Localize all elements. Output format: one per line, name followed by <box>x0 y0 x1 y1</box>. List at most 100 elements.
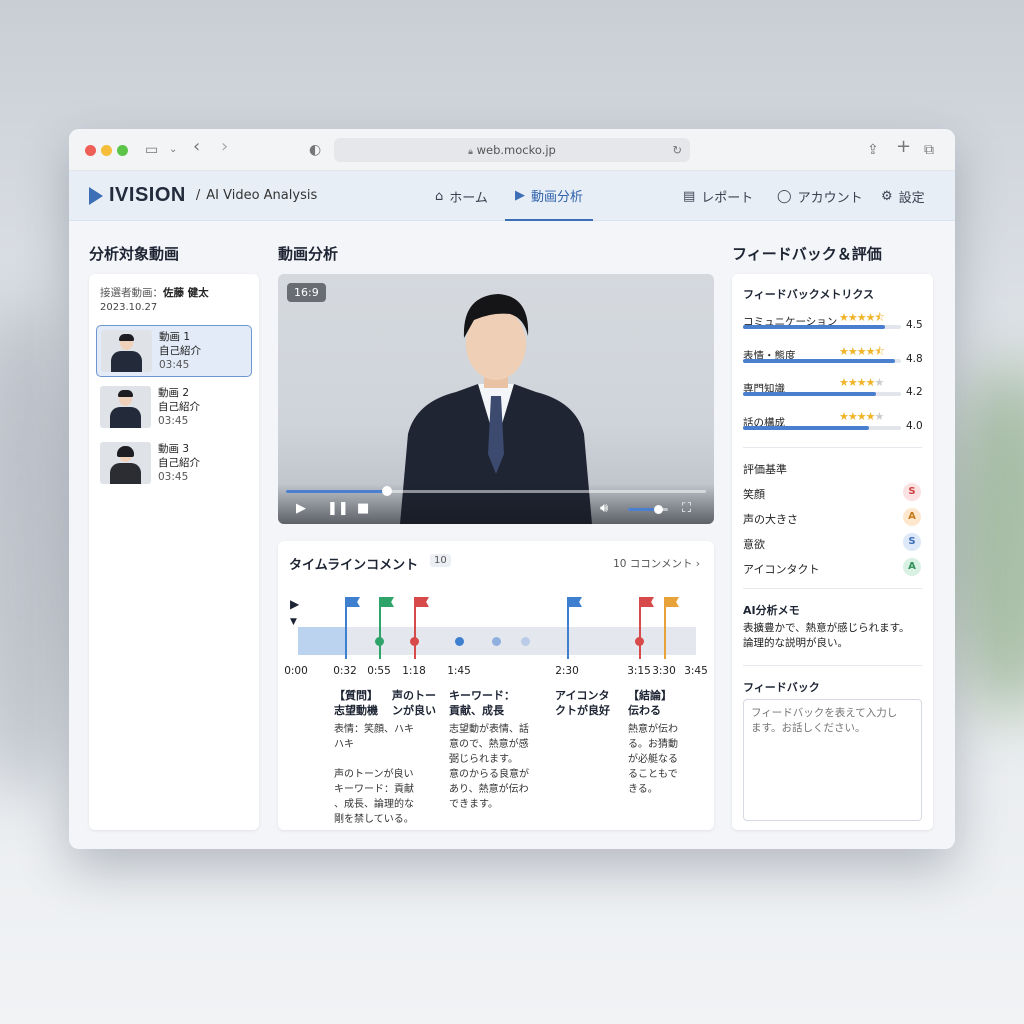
back-icon[interactable]: ‹ <box>193 137 200 157</box>
metric-bar-fill <box>743 325 886 329</box>
divider <box>743 665 922 666</box>
metric-value: 4.5 <box>906 319 923 331</box>
timeline-comment-3: キーワード： 貢献、成長 志望動が表情、話 意ので、熱意が感 弼じられます。 意の… <box>449 688 544 812</box>
video-name: 動画 2 <box>158 387 190 399</box>
metric-bar-fill <box>743 359 895 363</box>
chevron-down-icon[interactable]: ⌄ <box>169 140 177 160</box>
app-subtitle: AI Video Analysis <box>206 188 318 203</box>
timeline-playhead-icon: ▼ <box>290 617 297 627</box>
grade-badge: S <box>903 483 921 501</box>
star-rating-icon: ★★★★★ <box>839 410 884 423</box>
metric-expertise: 専門知識 ★★★★★ 4.2 <box>743 376 925 398</box>
comment-title: キーワード： 貢献、成長 <box>449 689 515 717</box>
timeline-event-dot[interactable] <box>375 637 384 646</box>
timeline-flag-icon[interactable] <box>639 597 641 659</box>
video-item-2[interactable]: 動画 2 自己紹介 03:45 <box>96 381 252 433</box>
metric-bar <box>743 392 901 396</box>
timeline-time-label: 0:32 <box>333 665 357 677</box>
timeline-event-dot[interactable] <box>635 637 644 646</box>
nav-report[interactable]: ▤ レポート <box>683 171 753 221</box>
logo-play-icon <box>89 186 103 205</box>
metric-bar-fill <box>743 392 876 396</box>
timeline-event-dot[interactable] <box>455 637 464 646</box>
flag-pennant <box>569 597 582 607</box>
progress-bar[interactable] <box>286 486 706 496</box>
reload-icon[interactable]: ↻ <box>672 138 682 162</box>
ai-memo-text: 表擴豊かで、熱意が感じられます。 論理的な説明が良い。 <box>743 622 910 649</box>
video-item-3[interactable]: 動画 3 自己紹介 03:45 <box>96 437 252 489</box>
nav-video-analysis[interactable]: ▶ 動画分析 <box>505 171 594 221</box>
play-square-icon: ▶ <box>515 187 525 203</box>
play-icon[interactable]: ▶ <box>296 502 306 516</box>
minimize-window-button[interactable] <box>101 145 112 156</box>
timeline-flag-icon[interactable] <box>664 597 666 659</box>
volume-knob[interactable] <box>654 505 663 514</box>
feedback-panel: フィードバックメトリクス コミュニケーション ★★★★⯪ 4.5 表情・態度 ★… <box>732 274 933 830</box>
volume-icon[interactable]: 🔊︎ <box>600 502 608 516</box>
browser-toolbar: ▭ ⌄ ‹ › ◐ 🔒︎ web.mocko.jp ↻ ⇪ + ⧉ <box>69 129 955 171</box>
address-bar[interactable]: 🔒︎ web.mocko.jp ↻ <box>334 138 690 162</box>
pause-icon[interactable]: ❚❚ <box>327 502 349 516</box>
timeline-event-dot[interactable] <box>410 637 419 646</box>
candidate-row: 接選者動画：佐藤 健太 <box>100 285 209 300</box>
timeline-time-label: 0:55 <box>367 665 391 677</box>
grade-badge: A <box>903 508 921 526</box>
logo-separator: / <box>195 188 201 203</box>
timeline-title: タイムラインコメント <box>289 558 419 573</box>
nav-settings[interactable]: ⚙ 設定 <box>881 171 925 221</box>
volume-slider[interactable] <box>628 505 668 514</box>
app-logo[interactable]: IVISION / AI Video Analysis <box>89 184 317 207</box>
new-tab-icon[interactable]: + <box>896 137 911 157</box>
flag-pennant <box>347 597 360 607</box>
video-duration: 03:45 <box>158 471 189 483</box>
metric-bar <box>743 359 901 363</box>
sidebar-toggle-icon[interactable]: ▭ <box>145 140 158 160</box>
divider <box>743 447 922 448</box>
comment-count-badge: 10 <box>430 554 451 567</box>
shield-icon[interactable]: ◐ <box>309 140 321 160</box>
criteria-label: 声の大きさ <box>743 513 798 526</box>
video-player[interactable]: 16:9 ▶ ❚❚ ■ 🔊︎ ⛶ <box>278 274 714 524</box>
video-topic: 自己紹介 <box>158 401 200 413</box>
comments-link[interactable]: 10 ココンメント › <box>613 556 700 571</box>
candidate-name: 佐藤 健太 <box>163 287 209 299</box>
share-icon[interactable]: ⇪ <box>867 140 879 160</box>
metric-communication: コミュニケーション ★★★★⯪ 4.5 <box>743 310 925 331</box>
forward-icon[interactable]: › <box>221 137 228 157</box>
video-thumbnail <box>100 386 151 428</box>
timeline-event-dot[interactable] <box>521 637 530 646</box>
star-rating-icon: ★★★★★ <box>839 376 884 389</box>
video-topic: 自己紹介 <box>159 345 201 357</box>
timeline-flag-icon[interactable] <box>345 597 347 659</box>
progress-knob[interactable] <box>381 486 392 496</box>
timeline-time-label: 3:45 <box>684 665 708 677</box>
close-window-button[interactable] <box>85 145 96 156</box>
logo-text: IVISION <box>109 184 186 206</box>
background-blur <box>0 300 80 800</box>
video-topic: 自己紹介 <box>158 457 200 469</box>
video-thumbnail <box>100 442 151 484</box>
chevron-right-icon: › <box>695 558 700 570</box>
nav-home[interactable]: ⌂ ホーム <box>435 171 488 221</box>
stop-icon[interactable]: ■ <box>357 502 369 516</box>
timeline-flag-icon[interactable] <box>567 597 569 659</box>
metric-bar-fill <box>743 426 870 430</box>
video-name: 動画 3 <box>158 443 190 455</box>
home-icon: ⌂ <box>435 188 444 204</box>
flag-pennant <box>666 597 679 607</box>
fullscreen-icon[interactable]: ⛶ <box>682 502 691 516</box>
maximize-window-button[interactable] <box>117 145 128 156</box>
video-list-title: 分析対象動画 <box>89 245 180 263</box>
timeline-played <box>298 627 346 655</box>
timeline-event-dot[interactable] <box>492 637 501 646</box>
video-analysis-title: 動画分析 <box>278 245 339 263</box>
tabs-overview-icon[interactable]: ⧉ <box>924 140 934 160</box>
timeline-flag-icon[interactable] <box>414 597 416 659</box>
nav-account[interactable]: ◯ アカウント <box>777 171 863 221</box>
timeline-flag-icon[interactable] <box>379 597 381 659</box>
video-item-1[interactable]: 動画 1 自己紹介 03:45 <box>96 325 252 377</box>
grade-badge: S <box>903 533 921 551</box>
feedback-textarea[interactable] <box>743 699 922 821</box>
app-header: IVISION / AI Video Analysis ⌂ ホーム ▶ 動画分析… <box>69 171 955 221</box>
criteria-title: 評価基準 <box>743 463 787 476</box>
